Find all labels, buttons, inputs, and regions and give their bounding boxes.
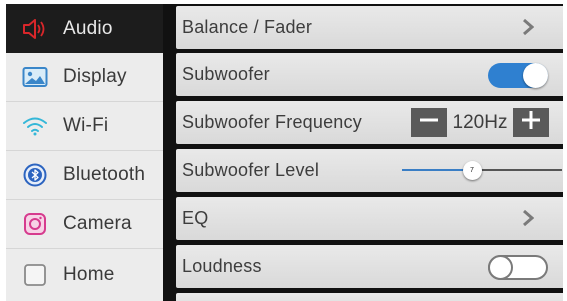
subwoofer-label: Subwoofer [182, 64, 270, 84]
speaker-icon [22, 16, 48, 42]
slider-track-empty [482, 169, 562, 171]
next-setting-row[interactable] [176, 293, 563, 301]
balance-fader-label: Balance / Fader [182, 17, 313, 37]
eq-row[interactable]: EQ [176, 197, 563, 240]
loudness-toggle[interactable] [488, 255, 548, 280]
toggle-knob [488, 255, 513, 280]
camera-icon [22, 211, 48, 237]
sidebar-item-label: Home [63, 264, 115, 285]
image-icon [22, 64, 48, 90]
subwoofer-toggle[interactable] [488, 63, 548, 88]
wifi-icon [22, 113, 48, 139]
sidebar-item-display[interactable]: Display [6, 53, 163, 102]
settings-window: Audio Display Wi-Fi Bluetooth Camera Hom… [6, 4, 563, 301]
slider-thumb[interactable]: 7 [462, 161, 482, 180]
subwoofer-frequency-row: Subwoofer Frequency 120Hz [176, 101, 563, 144]
plus-icon [521, 110, 541, 135]
sidebar-item-bluetooth[interactable]: Bluetooth [6, 151, 163, 200]
sidebar-item-label: Display [63, 66, 127, 87]
slider-value: 7 [470, 167, 474, 174]
loudness-label: Loudness [182, 256, 262, 276]
loudness-row: Loudness [176, 245, 563, 288]
sidebar-item-audio[interactable]: Audio [6, 4, 163, 53]
bluetooth-icon [22, 162, 48, 188]
sidebar-item-wifi[interactable]: Wi-Fi [6, 102, 163, 151]
chevron-right-icon [522, 18, 535, 41]
toggle-knob [523, 63, 548, 88]
sidebar-item-label: Bluetooth [63, 164, 146, 185]
subwoofer-level-label: Subwoofer Level [182, 160, 320, 180]
balance-fader-row[interactable]: Balance / Fader [176, 6, 563, 49]
sidebar-item-label: Audio [63, 17, 113, 39]
subwoofer-frequency-label: Subwoofer Frequency [182, 112, 362, 132]
decrease-frequency-button[interactable] [411, 108, 447, 137]
minus-icon [419, 110, 439, 135]
frequency-value: 120Hz [452, 111, 508, 133]
sidebar-item-home[interactable]: Home [6, 249, 163, 301]
subwoofer-level-row: Subwoofer Level 7 [176, 149, 563, 192]
sidebar: Audio Display Wi-Fi Bluetooth Camera Hom… [6, 4, 163, 301]
sidebar-item-label: Camera [63, 213, 132, 234]
sidebar-item-label: Wi-Fi [63, 115, 109, 136]
frequency-stepper: 120Hz [411, 108, 549, 137]
sidebar-item-camera[interactable]: Camera [6, 200, 163, 249]
home-icon [22, 262, 48, 288]
subwoofer-level-slider[interactable]: 7 [402, 149, 562, 192]
increase-frequency-button[interactable] [513, 108, 549, 137]
eq-label: EQ [182, 208, 209, 228]
subwoofer-row: Subwoofer [176, 53, 563, 96]
chevron-right-icon [522, 209, 535, 232]
